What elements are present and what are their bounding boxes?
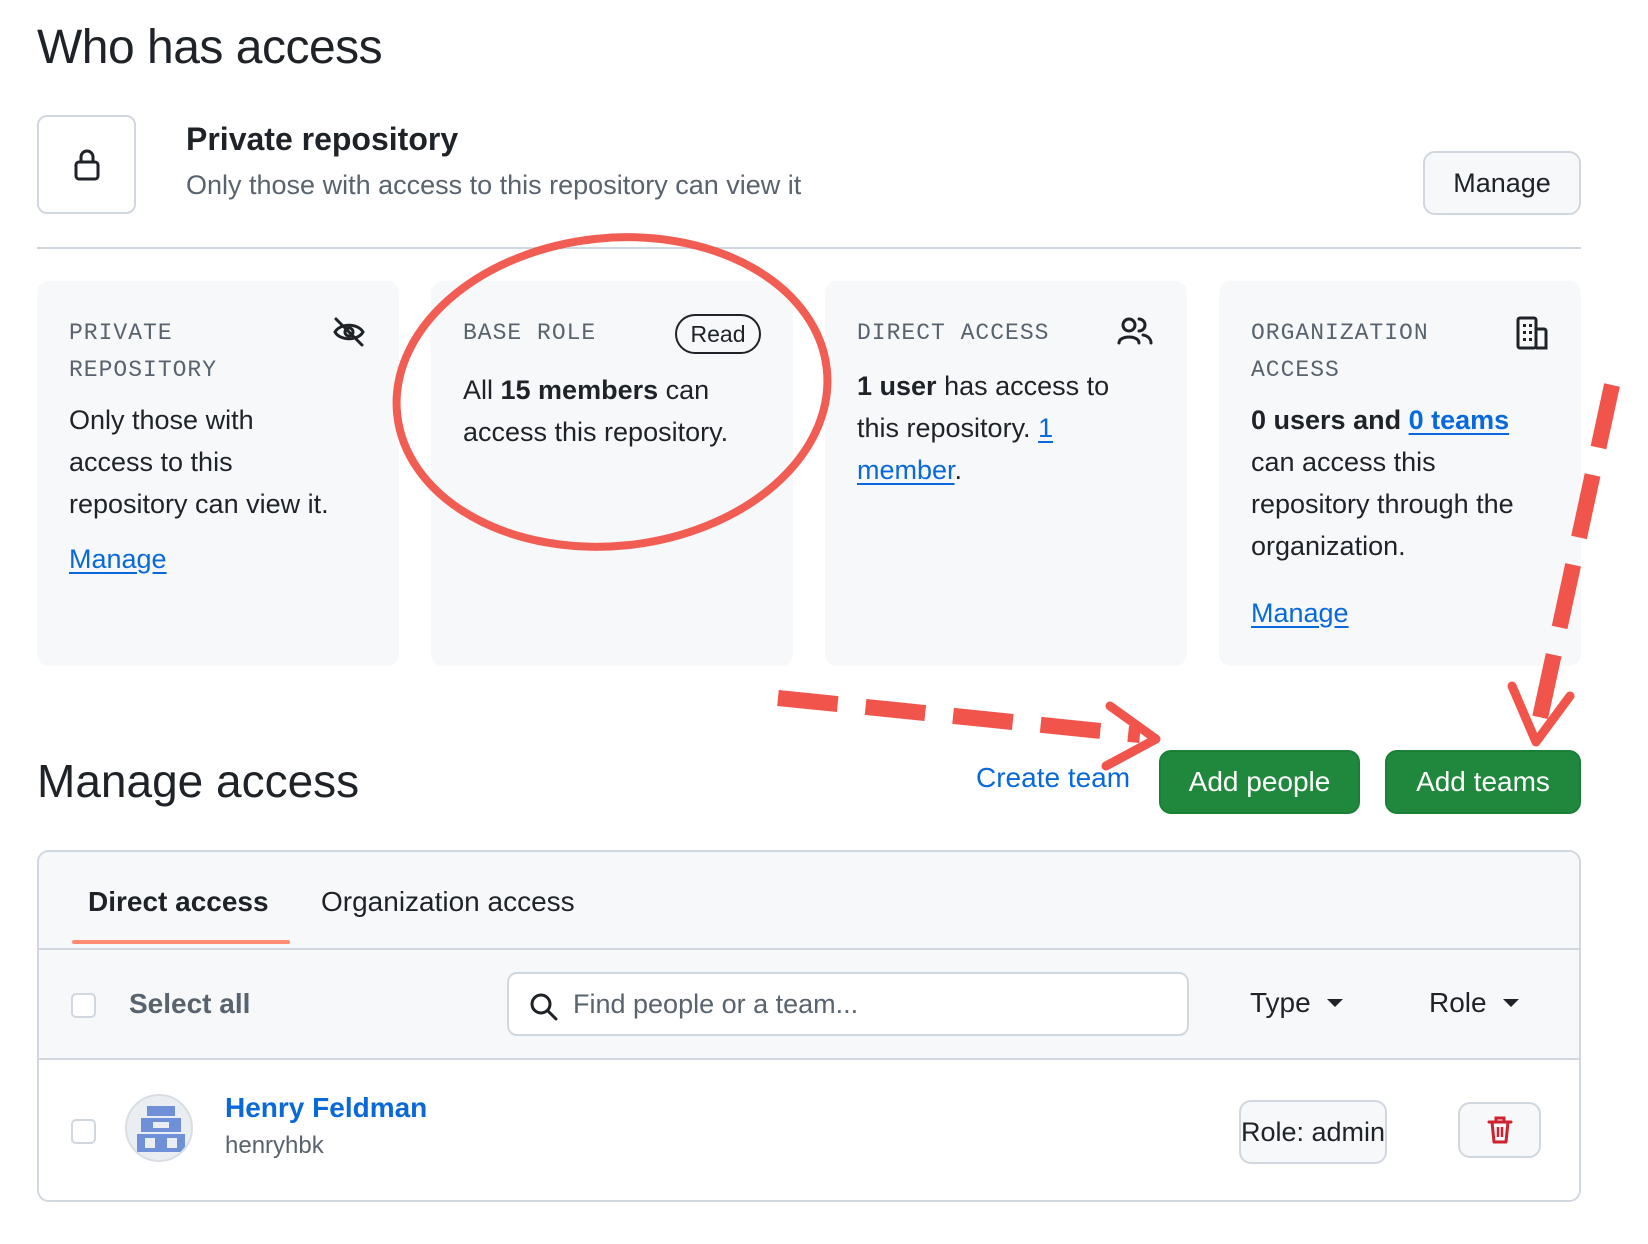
manage-access-title: Manage access: [37, 755, 360, 807]
lock-icon: [74, 149, 99, 180]
page-title: Who has access: [37, 21, 383, 74]
card-label: BASE ROLE: [463, 320, 597, 346]
base-role-badge: Read: [675, 314, 761, 354]
people-icon: [1117, 317, 1153, 345]
manage-organization-link[interactable]: Manage: [1251, 598, 1349, 628]
organization-access-card: ORGANIZATION ACCESS 0 users and 0 teams …: [1219, 281, 1581, 666]
search-placeholder: Find people or a team...: [573, 989, 859, 1019]
filter-row: Select all Find people or a team... Type…: [39, 950, 1579, 1060]
access-tabs: Direct access Organization access: [39, 852, 1579, 950]
direct-access-card: DIRECT ACCESS 1 user has access to this …: [825, 281, 1187, 666]
visibility-description: Only those with access to this repositor…: [186, 170, 802, 200]
annotation-arrow-horizontal: [777, 690, 1141, 743]
selected-tab-indicator: [72, 940, 290, 944]
annotation-arrowhead-vertical: [1507, 681, 1575, 747]
member-count-link[interactable]: 1: [1038, 413, 1053, 443]
card-description: All 15 members can access this repositor…: [463, 375, 729, 447]
member-link[interactable]: member: [857, 455, 955, 485]
role-button[interactable]: Role: admin: [1239, 1100, 1387, 1164]
private-repository-card: PRIVATE REPOSITORY Only those with acces…: [37, 281, 399, 666]
member-row: Henry Feldman henryhbk Role: admin: [39, 1062, 1579, 1200]
member-name-link[interactable]: Henry Feldman: [225, 1092, 427, 1124]
organization-icon: [1516, 316, 1548, 350]
teams-link[interactable]: 0 teams: [1409, 405, 1510, 435]
annotation-arrowhead-horizontal: [1101, 701, 1161, 771]
card-description: 0 users and 0 teams can access this repo…: [1251, 405, 1514, 561]
caret-down-icon: [1502, 999, 1519, 1007]
search-icon: [530, 993, 558, 1021]
manage-private-link[interactable]: Manage: [69, 544, 167, 574]
member-handle: henryhbk: [225, 1132, 324, 1159]
visibility-title: Private repository: [186, 121, 459, 157]
search-input[interactable]: Find people or a team...: [507, 972, 1189, 1036]
manage-visibility-button[interactable]: Manage: [1423, 151, 1581, 215]
identicon: [137, 1106, 185, 1152]
trash-icon: [1487, 1116, 1512, 1144]
card-label: ORGANIZATION ACCESS: [1251, 320, 1429, 383]
access-panel: Direct access Organization access Select…: [37, 850, 1581, 1202]
card-label: PRIVATE REPOSITORY: [69, 320, 218, 383]
lock-icon-box: [37, 115, 136, 214]
add-teams-button[interactable]: Add teams: [1385, 750, 1581, 814]
create-team-link[interactable]: Create team: [976, 762, 1130, 794]
caret-down-icon: [1326, 999, 1343, 1007]
card-description: 1 user has access to this repository. 1 …: [857, 371, 1110, 485]
member-checkbox[interactable]: [71, 1119, 96, 1144]
add-people-button[interactable]: Add people: [1159, 750, 1360, 814]
tab-direct-access[interactable]: Direct access: [88, 886, 269, 918]
eye-closed-icon: [333, 317, 365, 347]
select-all-label[interactable]: Select all: [129, 988, 250, 1020]
card-label: DIRECT ACCESS: [857, 320, 1050, 346]
base-role-card: BASE ROLE Read All 15 members can access…: [431, 281, 793, 666]
type-filter-dropdown[interactable]: Type: [1250, 987, 1343, 1019]
card-description: Only those with access to this repositor…: [69, 405, 329, 519]
select-all-checkbox[interactable]: [71, 993, 96, 1018]
avatar: [125, 1094, 193, 1162]
divider: [37, 247, 1581, 249]
delete-member-button[interactable]: [1458, 1102, 1541, 1158]
tab-organization-access[interactable]: Organization access: [321, 886, 575, 918]
role-filter-dropdown[interactable]: Role: [1429, 987, 1519, 1019]
